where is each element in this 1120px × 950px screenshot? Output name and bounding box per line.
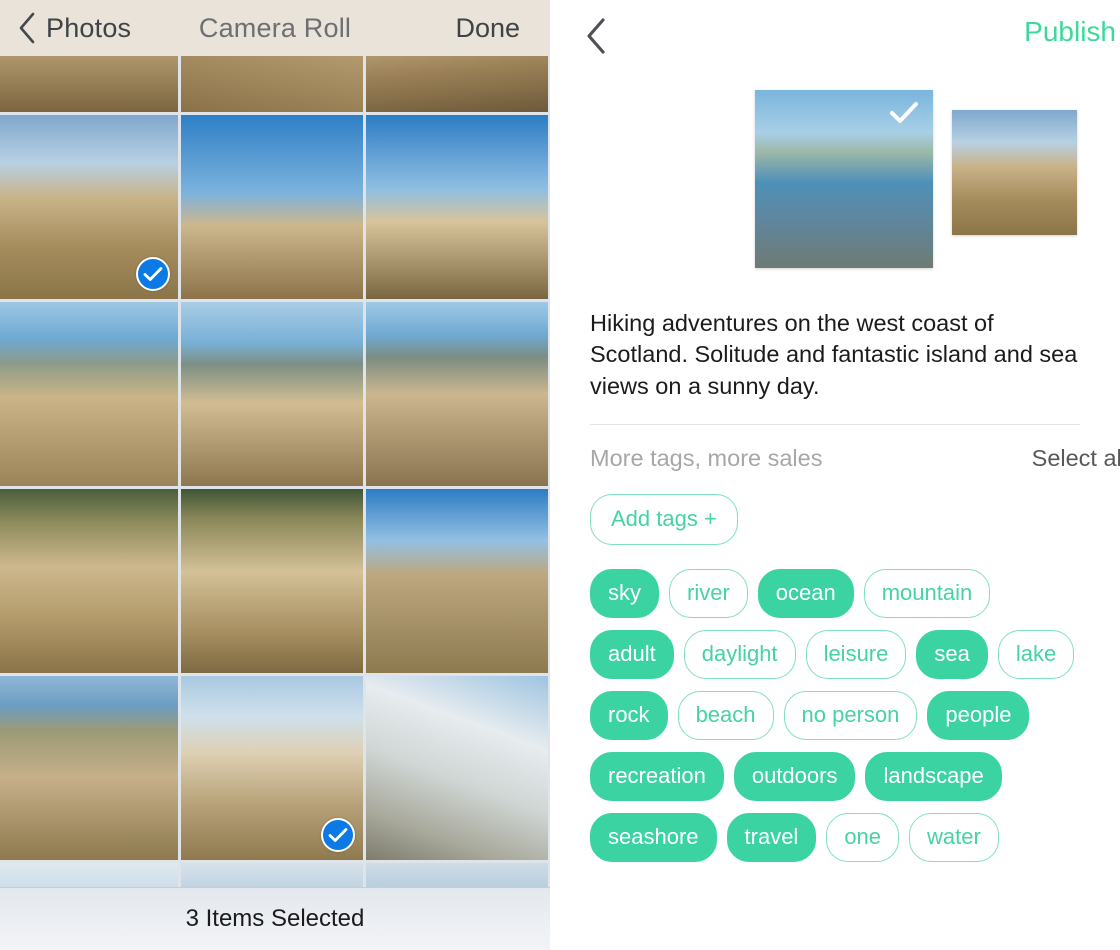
picker-header: Photos Camera Roll Done: [0, 0, 550, 56]
picker-status-bar: 3 Items Selected: [0, 887, 550, 950]
picker-done-button[interactable]: Done: [455, 13, 520, 44]
photo-cell[interactable]: [366, 115, 548, 299]
tag-chip[interactable]: people: [927, 690, 1030, 740]
check-icon[interactable]: [136, 257, 170, 291]
tag-chip[interactable]: leisure: [805, 629, 907, 679]
publish-panel: Publish Hiking adventures on the west co…: [550, 0, 1120, 950]
photo-cell[interactable]: [0, 676, 178, 860]
tag-chip[interactable]: ocean: [757, 568, 854, 618]
tag-chip[interactable]: mountain: [863, 568, 991, 618]
photo-picker-panel: Photos Camera Roll Done 3 Items Selected: [0, 0, 550, 950]
tag-chip[interactable]: one: [826, 812, 900, 862]
tag-chip[interactable]: outdoors: [733, 751, 856, 801]
tag-chip[interactable]: river: [669, 568, 748, 618]
publish-button[interactable]: Publish: [1024, 16, 1120, 48]
check-icon[interactable]: [321, 818, 355, 852]
chevron-left-icon[interactable]: [572, 12, 620, 60]
app-root: Photos Camera Roll Done 3 Items Selected…: [0, 0, 1120, 950]
select-all-button[interactable]: Select all: [1032, 445, 1120, 472]
photo-thumbnail-image: [0, 56, 178, 112]
tag-chip[interactable]: recreation: [590, 751, 724, 801]
tag-chip[interactable]: travel: [726, 812, 817, 862]
photo-thumbnail-image: [181, 863, 363, 887]
photo-cell[interactable]: [0, 489, 178, 673]
photo-cell[interactable]: [366, 676, 548, 860]
tag-chip[interactable]: no person: [783, 690, 918, 740]
photo-thumbnail-image: [181, 489, 363, 673]
photo-thumbnail-image: [366, 863, 548, 887]
description-block: Hiking adventures on the west coast of S…: [550, 280, 1120, 402]
photo-cell[interactable]: [366, 489, 548, 673]
photo-thumbnail-image: [366, 302, 548, 486]
publish-thumbnail[interactable]: [952, 110, 1077, 235]
tag-chip[interactable]: water: [909, 812, 999, 862]
photo-thumbnail-image: [366, 489, 548, 673]
add-tags-button[interactable]: Add tags +: [590, 493, 738, 545]
photo-thumbnail-image: [366, 676, 548, 860]
tag-chip[interactable]: daylight: [683, 629, 796, 679]
photo-thumbnail-image: [181, 115, 363, 299]
chevron-left-icon[interactable]: [10, 8, 44, 48]
photo-grid-scroll[interactable]: [0, 56, 550, 887]
tag-hint-label: More tags, more sales: [590, 444, 823, 471]
tag-chip[interactable]: seashore: [590, 812, 717, 862]
photo-cell[interactable]: [0, 302, 178, 486]
publish-thumbnail-image: [952, 110, 1077, 235]
tag-chip[interactable]: rock: [590, 690, 668, 740]
tag-chip[interactable]: landscape: [865, 751, 1002, 801]
photo-cell[interactable]: [366, 302, 548, 486]
picker-back-label[interactable]: Photos: [46, 13, 131, 44]
selection-status-text: 3 Items Selected: [185, 905, 365, 932]
photo-thumbnail-image: [181, 56, 363, 112]
tag-chip[interactable]: lake: [997, 629, 1075, 679]
publish-thumbnail[interactable]: [755, 90, 933, 268]
photo-thumbnail-image: [366, 56, 548, 112]
photo-thumbnail-image: [0, 863, 178, 887]
photo-cell[interactable]: [181, 676, 363, 860]
photo-thumbnail-image: [0, 489, 178, 673]
photo-cell[interactable]: [181, 56, 363, 112]
selected-thumbnails: [550, 72, 1120, 280]
tag-list: Add tags + sky river ocean mountain adult dayl…: [550, 472, 1120, 862]
check-icon: [889, 100, 919, 126]
photo-cell[interactable]: [181, 489, 363, 673]
publish-header: Publish: [550, 0, 1120, 72]
tag-chip[interactable]: sky: [590, 568, 659, 618]
photo-cell[interactable]: [366, 56, 548, 112]
photo-cell[interactable]: [181, 115, 363, 299]
photo-cell[interactable]: [0, 56, 178, 112]
photo-cell[interactable]: [0, 863, 178, 887]
tag-chip[interactable]: adult: [590, 629, 674, 679]
photo-thumbnail-image: [0, 302, 178, 486]
photo-thumbnail-image: [366, 115, 548, 299]
photo-thumbnail-image: [0, 676, 178, 860]
tag-chip[interactable]: sea: [916, 629, 988, 679]
tag-chip[interactable]: beach: [677, 690, 774, 740]
tag-hint-row: More tags, more sales Select all: [550, 425, 1120, 472]
description-text[interactable]: Hiking adventures on the west coast of S…: [590, 308, 1080, 402]
photo-cell[interactable]: [366, 863, 548, 887]
photo-cell[interactable]: [181, 863, 363, 887]
photo-cell[interactable]: [181, 302, 363, 486]
photo-grid: [0, 56, 550, 887]
photo-cell[interactable]: [0, 115, 178, 299]
photo-thumbnail-image: [181, 302, 363, 486]
